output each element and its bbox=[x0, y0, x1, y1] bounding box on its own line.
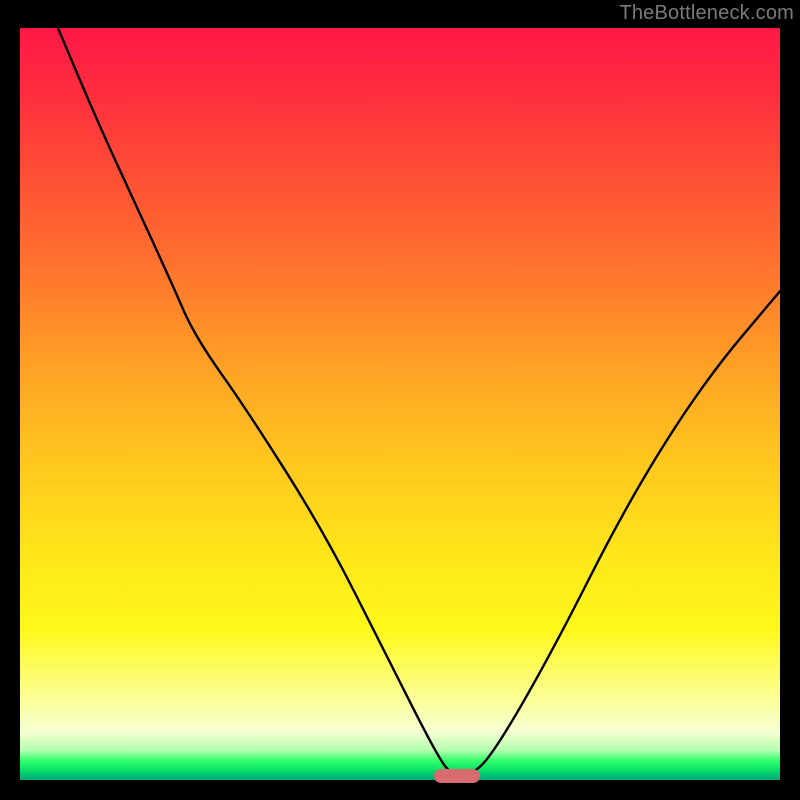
attribution-text: TheBottleneck.com bbox=[619, 2, 794, 25]
curve-path bbox=[58, 28, 780, 776]
plot-area bbox=[20, 28, 780, 780]
bottleneck-curve bbox=[20, 28, 780, 780]
optimal-marker bbox=[434, 769, 480, 783]
chart-frame: TheBottleneck.com bbox=[0, 0, 800, 800]
